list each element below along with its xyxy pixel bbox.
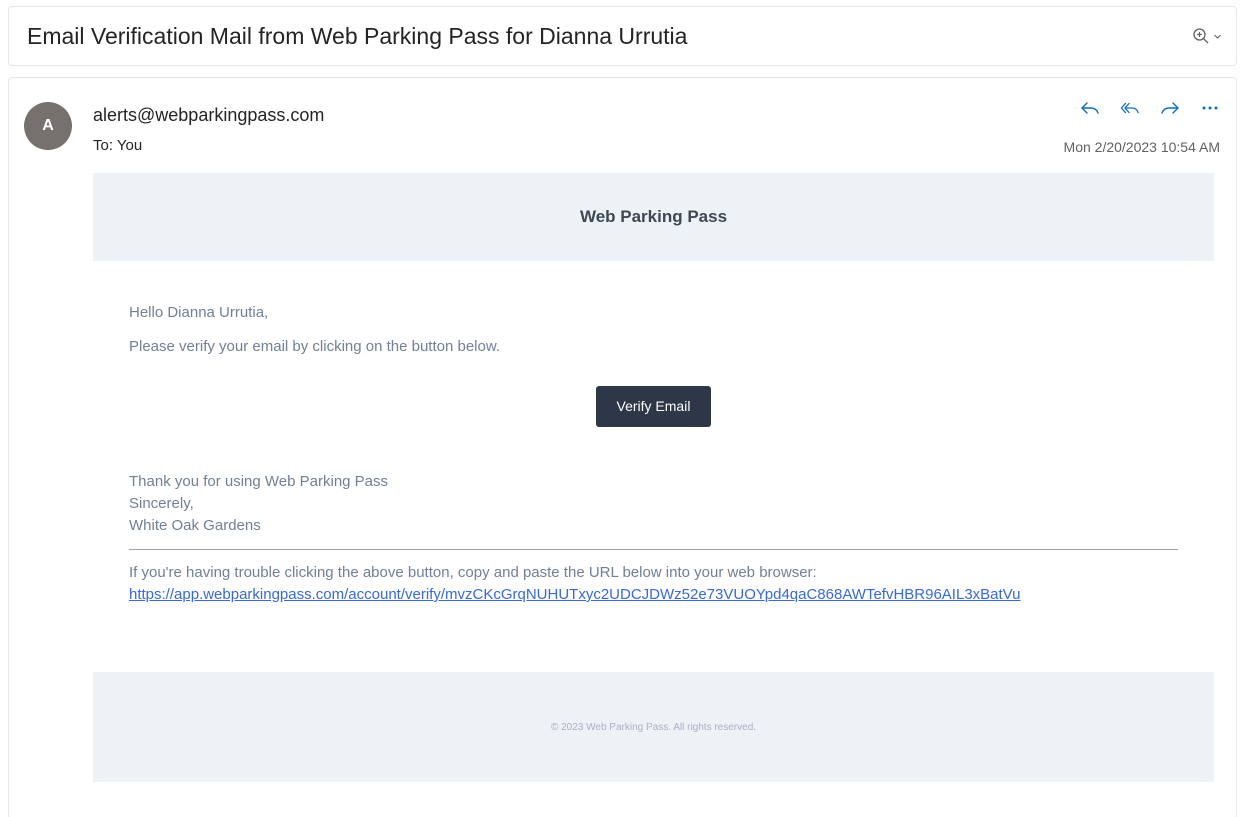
forward-button[interactable]	[1160, 98, 1180, 118]
closing-thanks: Thank you for using Web Parking Pass	[129, 473, 389, 490]
reply-button[interactable]	[1080, 98, 1100, 118]
intro-text: Please verify your email by clicking on …	[129, 338, 501, 355]
email-header: Web Parking Pass	[93, 173, 1214, 261]
divider	[129, 549, 1178, 550]
verify-email-button[interactable]: Verify Email	[595, 386, 712, 427]
chevron-down-icon	[1214, 34, 1221, 39]
button-wrapper: Verify Email	[129, 386, 1178, 427]
recipient-line: To: You	[93, 137, 143, 154]
zoom-in-icon	[1193, 28, 1209, 44]
sender-address[interactable]: alerts@webparkingpass.com	[93, 105, 324, 126]
avatar: A	[24, 102, 72, 150]
forward-icon	[1161, 102, 1179, 114]
brand-title: Web Parking Pass	[579, 207, 728, 226]
closing-block: Thank you for using Web Parking Pass Sin…	[129, 471, 1178, 537]
copyright-text: © 2023 Web Parking Pass. All rights rese…	[550, 721, 757, 733]
more-icon	[1202, 106, 1218, 110]
closing-signature: White Oak Gardens	[129, 517, 261, 534]
subject-bar: Email Verification Mail from Web Parking…	[8, 6, 1237, 66]
message-actions	[1080, 98, 1220, 118]
email-content: Hello Dianna Urrutia, Please verify your…	[93, 304, 1214, 606]
more-actions-button[interactable]	[1200, 98, 1220, 118]
zoom-control[interactable]	[1192, 27, 1222, 45]
closing-salutation: Sincerely,	[129, 495, 194, 512]
message-card: A alerts@webparkingpass.com To: You Mon …	[8, 77, 1237, 817]
reply-all-button[interactable]	[1120, 98, 1140, 118]
email-footer: © 2023 Web Parking Pass. All rights rese…	[93, 672, 1214, 782]
reply-icon	[1081, 102, 1099, 114]
trouble-text: If you're having trouble clicking the ab…	[129, 564, 817, 581]
reply-all-icon	[1120, 102, 1139, 114]
email-body: Web Parking Pass Hello Dianna Urrutia, P…	[93, 173, 1214, 782]
trouble-block: If you're having trouble clicking the ab…	[129, 562, 1178, 606]
message-timestamp: Mon 2/20/2023 10:54 AM	[1063, 139, 1220, 155]
subject-title: Email Verification Mail from Web Parking…	[27, 22, 688, 49]
verify-url-link[interactable]: https://app.webparkingpass.com/account/v…	[129, 584, 1178, 606]
greeting-text: Hello Dianna Urrutia,	[129, 304, 269, 321]
